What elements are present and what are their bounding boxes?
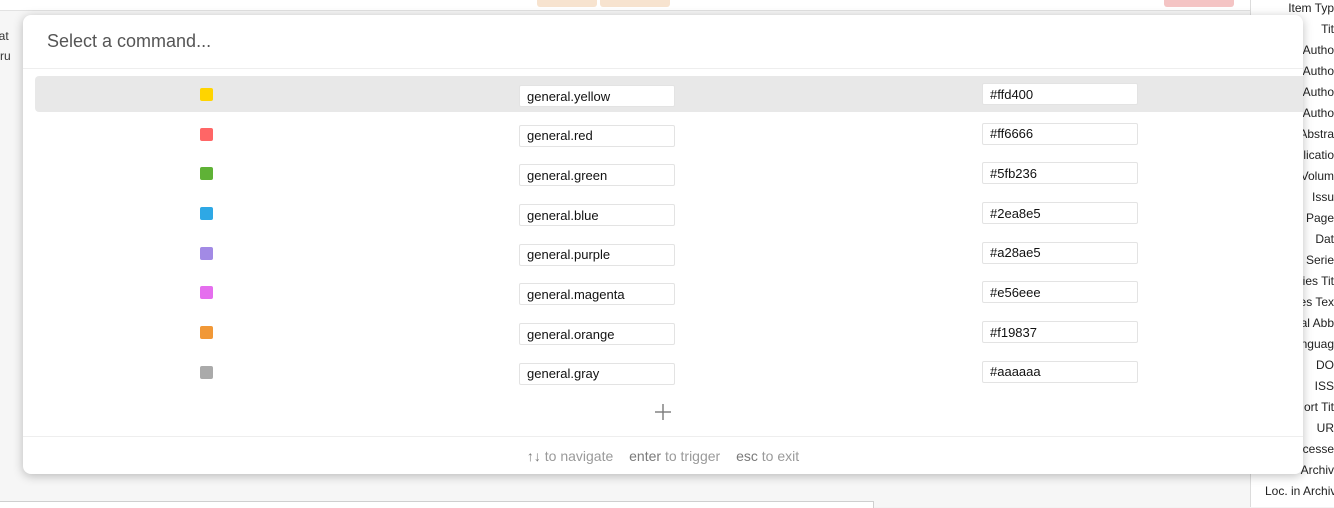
item-field-label: Tit (1321, 22, 1334, 36)
item-field-label: Page (1305, 211, 1334, 225)
color-name-input[interactable] (519, 204, 675, 227)
color-name-input[interactable] (519, 323, 675, 346)
color-hex-input[interactable] (982, 83, 1138, 105)
color-swatch[interactable] (200, 88, 213, 101)
item-field-label: Archiv (1300, 463, 1334, 477)
background-tag (600, 0, 670, 7)
color-row[interactable] (23, 155, 1303, 191)
hint-exit: esc to exit (736, 448, 799, 464)
color-hex-input[interactable] (982, 162, 1138, 185)
color-row[interactable] (23, 314, 1303, 350)
item-field-label: ISS (1314, 379, 1334, 393)
color-swatch[interactable] (200, 246, 213, 260)
color-swatch[interactable] (200, 207, 213, 221)
color-row[interactable] (23, 235, 1303, 271)
hint-text: to navigate (544, 448, 614, 464)
color-hex-input[interactable] (982, 321, 1138, 344)
color-swatch[interactable] (200, 365, 213, 379)
color-swatch[interactable] (200, 127, 213, 141)
color-row[interactable] (23, 76, 1303, 112)
color-hex-input[interactable] (982, 122, 1138, 145)
color-swatch[interactable] (200, 286, 213, 300)
item-field-label: ies Tit (1302, 274, 1334, 288)
hint-navigate: ↑↓ to navigate (527, 448, 613, 464)
command-palette: ↑↓ to navigate enter to trigger esc to e… (23, 15, 1303, 474)
item-field-label: Issu (1311, 190, 1334, 204)
plus-icon (655, 404, 671, 420)
color-name-input[interactable] (519, 124, 675, 147)
color-hex-input[interactable] (982, 202, 1138, 225)
item-field-label: Autho (1302, 106, 1334, 120)
item-field-label: Item Typ (1288, 1, 1334, 15)
color-swatch[interactable] (200, 326, 213, 340)
color-hex-input[interactable] (982, 360, 1138, 383)
item-field-label: al Abb (1300, 316, 1334, 330)
hint-text: to trigger (664, 448, 721, 464)
key-arrows: ↑↓ (526, 448, 541, 464)
item-field-label: DO (1316, 358, 1334, 372)
color-hex-input[interactable] (982, 281, 1138, 304)
item-field-label: Loc. in Archiv (1265, 484, 1334, 498)
color-row[interactable] (23, 116, 1303, 152)
item-field-label: Abstra (1299, 127, 1334, 141)
background-table-row (0, 0, 1250, 11)
item-field-label: ort Tit (1303, 400, 1334, 414)
hint-trigger: enter to trigger (629, 448, 720, 464)
divider (23, 436, 1303, 437)
command-search-input[interactable] (23, 15, 1303, 68)
color-name-input[interactable] (519, 164, 675, 187)
background-tag (537, 0, 597, 7)
item-field-label: UR (1316, 421, 1334, 435)
item-field-label: Dat (1315, 232, 1334, 246)
add-color-button[interactable] (651, 400, 675, 424)
item-field-label: Autho (1302, 64, 1334, 78)
color-list (23, 76, 1303, 394)
key-enter: enter (629, 448, 662, 464)
key-esc: esc (736, 448, 758, 464)
color-name-input[interactable] (519, 243, 675, 266)
color-row[interactable] (23, 195, 1303, 231)
item-field-label: nguag (1300, 337, 1334, 351)
divider (23, 68, 1303, 69)
color-name-input[interactable] (519, 85, 675, 107)
keyboard-hints: ↑↓ to navigate enter to trigger esc to e… (23, 448, 1303, 464)
hint-text: to exit (761, 448, 800, 464)
color-hex-input[interactable] (982, 241, 1138, 264)
color-row[interactable] (23, 354, 1303, 390)
item-field-label: Autho (1302, 85, 1334, 99)
item-field-label: Autho (1302, 43, 1334, 57)
color-name-input[interactable] (519, 283, 675, 306)
color-name-input[interactable] (519, 362, 675, 385)
item-field-label: Volum (1300, 169, 1334, 183)
item-field-label: Serie (1305, 253, 1334, 267)
color-swatch[interactable] (200, 167, 213, 181)
item-field-label: licatio (1303, 148, 1334, 162)
background-tag (1164, 0, 1234, 7)
color-row[interactable] (23, 274, 1303, 310)
